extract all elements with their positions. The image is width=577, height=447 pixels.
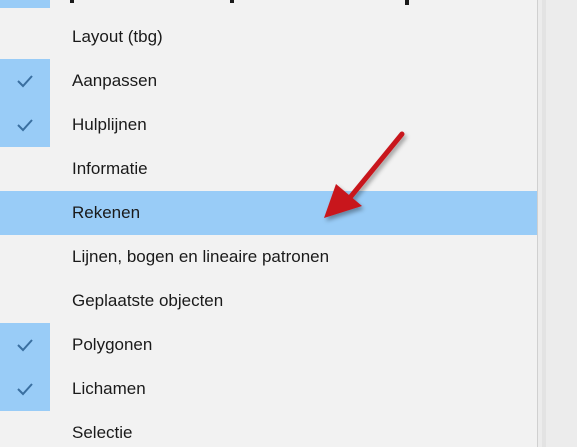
menu-item-geplaatste-objecten[interactable]: Geplaatste objecten bbox=[0, 279, 537, 323]
menu-item-label: Lichamen bbox=[72, 379, 146, 398]
menu-item-polygonen[interactable]: Polygonen bbox=[0, 323, 537, 367]
check-cell bbox=[0, 411, 56, 447]
checkmark-icon bbox=[17, 339, 33, 352]
menu-item-label: Polygonen bbox=[72, 335, 153, 354]
menu-item-rekenen[interactable]: Rekenen bbox=[0, 191, 537, 235]
check-cell bbox=[0, 367, 50, 411]
menu-item-label: Layout (tbg) bbox=[72, 27, 163, 46]
menu-item-selectie[interactable]: Selectie bbox=[0, 411, 537, 447]
menu-item-label: Lijnen, bogen en lineaire patronen bbox=[72, 247, 330, 266]
checkmark-icon bbox=[17, 383, 33, 396]
checkmark-icon bbox=[17, 75, 33, 88]
window-edge bbox=[537, 0, 577, 447]
check-cell bbox=[0, 279, 56, 323]
check-cell bbox=[0, 59, 50, 103]
check-cell bbox=[0, 191, 56, 235]
check-cell bbox=[0, 147, 56, 191]
partial-text-fragment bbox=[70, 0, 409, 5]
menu-item-label: Aanpassen bbox=[72, 71, 158, 90]
context-menu: Layout (tbg) Aanpassen Hulplijnen Informati… bbox=[0, 0, 537, 447]
menu-item-label: Geplaatste objecten bbox=[72, 291, 224, 310]
menu-item-informatie[interactable]: Informatie bbox=[0, 147, 537, 191]
check-cell bbox=[0, 0, 50, 8]
edge-strip bbox=[542, 0, 546, 447]
check-cell bbox=[0, 235, 56, 279]
menu-item-label: Rekenen bbox=[72, 203, 141, 222]
red-arrow-icon bbox=[324, 131, 405, 218]
menu-item-aanpassen[interactable]: Aanpassen bbox=[0, 59, 537, 103]
menu-item-lijnen-bogen-en-lineaire-patronen[interactable]: Lijnen, bogen en lineaire patronen bbox=[0, 235, 537, 279]
check-cell bbox=[0, 15, 56, 59]
menu-item-label: Selectie bbox=[72, 423, 133, 442]
menu-item-hulplijnen[interactable]: Hulplijnen bbox=[0, 103, 537, 147]
menu-item-lichamen[interactable]: Lichamen bbox=[0, 367, 537, 411]
menu-item-layout-tbg[interactable]: Layout (tbg) bbox=[0, 15, 537, 59]
checkmark-icon bbox=[17, 119, 33, 132]
check-cell bbox=[0, 323, 50, 367]
check-cell bbox=[0, 103, 50, 147]
menu-item-label: Hulplijnen bbox=[72, 115, 147, 134]
menu-item-label: Informatie bbox=[72, 159, 148, 178]
